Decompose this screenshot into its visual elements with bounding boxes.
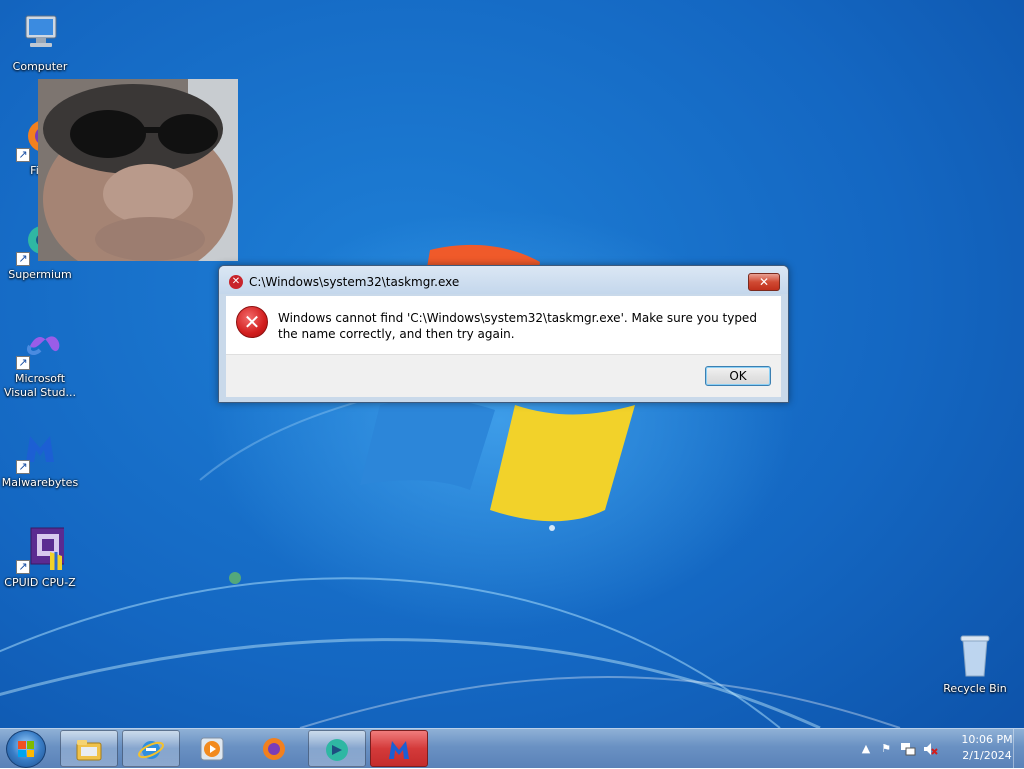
dialog-content: ✕ Windows cannot find 'C:\Windows\system… bbox=[226, 296, 781, 354]
shortcut-arrow-icon: ↗ bbox=[16, 560, 30, 574]
desktop-icon-label: Microsoft Visual Stud... bbox=[3, 372, 77, 399]
close-button[interactable]: ✕ bbox=[748, 273, 780, 291]
desktop-icon-label: Malwarebytes bbox=[1, 476, 79, 489]
shortcut-arrow-icon: ↗ bbox=[16, 148, 30, 162]
desktop-icon-visual-studio[interactable]: ↗ Microsoft Visual Stud... bbox=[0, 322, 80, 400]
media-player-icon bbox=[200, 737, 224, 761]
supermium-icon bbox=[326, 739, 348, 761]
action-center-flag-icon[interactable]: ⚑ bbox=[878, 741, 894, 757]
recycle-bin-icon bbox=[951, 632, 999, 680]
chimpanzee-photo bbox=[38, 79, 238, 261]
dialog-footer: OK bbox=[226, 354, 781, 397]
desktop-icon-label: CPUID CPU-Z bbox=[4, 576, 76, 589]
shortcut-arrow-icon: ↗ bbox=[16, 356, 30, 370]
clock-date: 2/1/2024 bbox=[962, 749, 1012, 762]
windows-logo-icon bbox=[18, 741, 34, 757]
error-small-icon: ✕ bbox=[229, 275, 243, 289]
desktop-icon-recycle-bin[interactable]: Recycle Bin bbox=[935, 632, 1015, 696]
taskbar-explorer-button[interactable] bbox=[60, 730, 118, 767]
shortcut-arrow-icon: ↗ bbox=[16, 252, 30, 266]
desktop-icon-malwarebytes[interactable]: ↗ Malwarebytes bbox=[0, 426, 80, 490]
notification-area: ▲ ⚑ 10:06 PM 2/1/2024 bbox=[834, 729, 1024, 769]
malwarebytes-icon: ↗ bbox=[16, 426, 64, 474]
desktop-icon-label: Recycle Bin bbox=[943, 682, 1007, 695]
firefox-icon bbox=[263, 738, 285, 760]
show-hidden-icons-icon[interactable]: ▲ bbox=[858, 741, 874, 757]
desktop-icon-label: Computer bbox=[12, 60, 68, 73]
desktop-icon-label: Supermium bbox=[8, 268, 72, 281]
taskbar-media-player-button[interactable] bbox=[184, 730, 242, 767]
desktop-icon-computer[interactable]: Computer bbox=[0, 10, 80, 74]
taskbar-ie-button[interactable] bbox=[122, 730, 180, 767]
shortcut-arrow-icon: ↗ bbox=[16, 460, 30, 474]
taskbar-firefox-button[interactable] bbox=[246, 730, 304, 767]
malwarebytes-icon bbox=[389, 741, 409, 759]
desktop[interactable]: Computer ↗ Fire ↗ Supermium ↗ bbox=[0, 0, 1024, 728]
photo-overlay-window[interactable] bbox=[38, 79, 238, 261]
network-icon[interactable] bbox=[900, 741, 916, 757]
clock-time: 10:06 PM bbox=[961, 733, 1013, 746]
start-button[interactable] bbox=[6, 730, 46, 768]
computer-icon bbox=[16, 10, 64, 58]
ok-button[interactable]: OK bbox=[705, 366, 771, 386]
taskbar-malwarebytes-button[interactable] bbox=[370, 730, 428, 767]
file-explorer-icon bbox=[76, 740, 102, 761]
taskbar-supermium-button[interactable] bbox=[308, 730, 366, 767]
dialog-title: C:\Windows\system32\taskmgr.exe bbox=[249, 275, 460, 289]
taskbar: ▲ ⚑ 10:06 PM 2/1/2024 bbox=[0, 728, 1024, 769]
show-desktop-button[interactable] bbox=[1013, 729, 1024, 769]
internet-explorer-icon bbox=[138, 741, 164, 759]
cpuz-icon: ↗ bbox=[16, 526, 66, 574]
clock[interactable]: 10:06 PM 2/1/2024 bbox=[952, 732, 1022, 764]
error-dialog[interactable]: ✕ C:\Windows\system32\taskmgr.exe ✕ ✕ Wi… bbox=[218, 265, 789, 403]
error-icon: ✕ bbox=[236, 306, 268, 338]
volume-muted-icon[interactable] bbox=[922, 741, 938, 757]
visual-studio-icon: ↗ bbox=[16, 322, 64, 370]
error-message: Windows cannot find 'C:\Windows\system32… bbox=[278, 311, 757, 341]
dialog-titlebar[interactable]: ✕ C:\Windows\system32\taskmgr.exe ✕ bbox=[219, 266, 788, 294]
desktop-icon-cpuz[interactable]: ↗ CPUID CPU-Z bbox=[0, 526, 80, 590]
